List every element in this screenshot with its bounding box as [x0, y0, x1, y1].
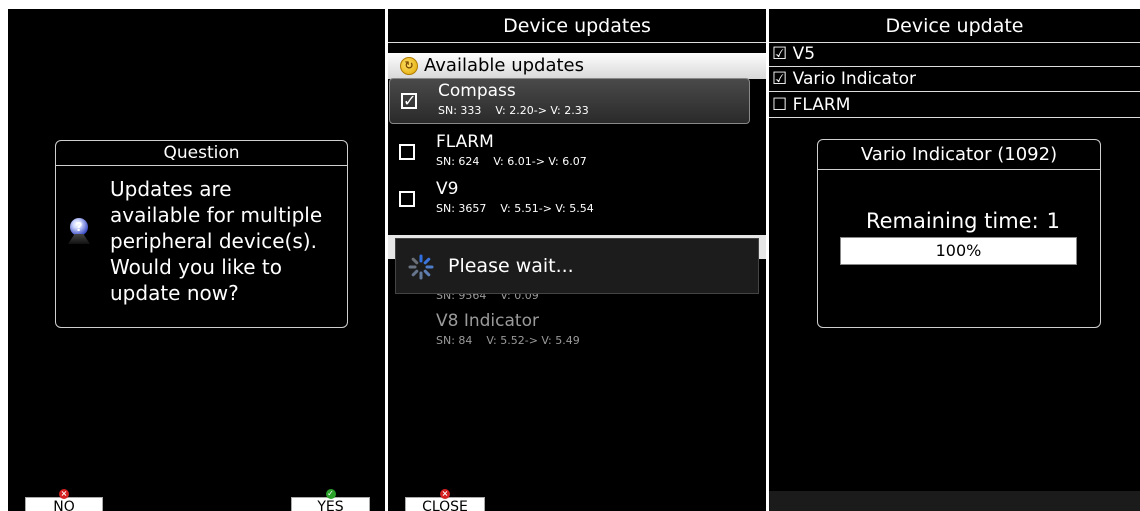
checkbox-checked-icon[interactable]: ✓ [401, 93, 417, 109]
close-button[interactable]: × CLOSE [405, 489, 485, 511]
yes-button[interactable]: ✓ YES [291, 489, 370, 511]
device-sn: SN: 3657 [436, 202, 487, 215]
dialog-title: Question [56, 141, 347, 166]
progress-bar: 100% [840, 237, 1077, 265]
device-version: V: 6.01-> V: 6.07 [493, 155, 587, 168]
update-item-v5[interactable]: ☑ V5 [769, 43, 1140, 67]
please-wait-text: Please wait... [448, 255, 574, 277]
device-update-screen: Device update ☑ V5 ☑ Vario Indicator ☐ F… [769, 9, 1140, 511]
yes-button-label: YES [317, 499, 344, 511]
softkey-bar [769, 491, 1140, 511]
device-name: V9 [436, 179, 459, 199]
please-wait-popup: Please wait... [395, 238, 759, 294]
available-updates-header: ↻ Available updates [388, 53, 766, 79]
device-name: V8 Indicator [436, 311, 539, 331]
checkbox-icon[interactable] [399, 144, 415, 160]
question-screen: Question ? Updates are available for mul… [8, 9, 385, 511]
update-item-flarm[interactable]: ☐ FLARM [769, 94, 1140, 118]
device-row-v8-indicator[interactable]: V8 Indicator SN: 84 V: 5.52-> V: 5.49 [388, 309, 766, 355]
device-row-v9[interactable]: V9 SN: 3657 V: 5.51-> V: 5.54 [388, 177, 766, 223]
question-icon: ? [68, 218, 90, 248]
dialog-message: Updates are available for multiple perip… [110, 176, 346, 306]
remaining-label: Remaining time: [865, 209, 1039, 233]
section-label: Available updates [424, 55, 584, 76]
update-progress-dialog: Vario Indicator (1092) Remaining time: 1 … [817, 139, 1101, 328]
checkbox-icon[interactable]: ☐ [772, 95, 787, 115]
message-line: update now? [110, 281, 239, 305]
device-name: Compass [438, 81, 516, 101]
item-label: Vario Indicator [792, 69, 917, 89]
checkbox-icon[interactable] [399, 191, 415, 207]
check-icon: ✓ [325, 489, 336, 499]
message-line: peripheral device(s). [110, 229, 317, 253]
device-sn: SN: 624 [436, 155, 480, 168]
checkbox-checked-icon[interactable]: ☑ [772, 44, 787, 64]
close-button-label: CLOSE [422, 499, 468, 511]
refresh-icon: ↻ [400, 57, 418, 75]
screen-title: Device updates [388, 9, 766, 43]
remaining-time: Remaining time: 1 [818, 208, 1100, 234]
update-item-vario-indicator[interactable]: ☑ Vario Indicator [769, 68, 1140, 92]
device-row-compass[interactable]: ✓ Compass SN: 333 V: 2.20-> V: 2.33 [389, 78, 750, 124]
item-label: V5 [792, 44, 816, 64]
screen-title: Device update [769, 9, 1140, 43]
message-line: Updates are [110, 177, 232, 201]
device-meta: SN: 84 V: 5.52-> V: 5.49 [436, 334, 580, 348]
progress-text: 100% [935, 241, 982, 260]
device-sn: SN: 84 [436, 334, 473, 347]
question-dialog: Question ? Updates are available for mul… [55, 140, 348, 328]
remaining-value: 1 [1046, 209, 1061, 233]
checkbox-checked-icon[interactable]: ☑ [772, 69, 787, 89]
device-sn: SN: 333 [438, 104, 482, 117]
device-row-flarm[interactable]: FLARM SN: 624 V: 6.01-> V: 6.07 [388, 130, 766, 176]
close-icon: × [440, 489, 450, 499]
item-label: FLARM [792, 95, 851, 115]
message-line: available for multiple [110, 203, 323, 227]
no-button[interactable]: × NO [25, 489, 103, 511]
device-updates-screen: Device updates ↻ Available updates ✓ Com… [388, 9, 766, 511]
device-version: V: 5.51-> V: 5.54 [500, 202, 594, 215]
device-meta: SN: 624 V: 6.01-> V: 6.07 [436, 155, 587, 169]
progress-dialog-title: Vario Indicator (1092) [818, 140, 1100, 170]
no-button-label: NO [53, 499, 75, 511]
device-meta: SN: 333 V: 2.20-> V: 2.33 [438, 104, 589, 118]
device-version: V: 5.52-> V: 5.49 [486, 334, 580, 347]
spinner-icon [408, 254, 434, 280]
device-meta: SN: 3657 V: 5.51-> V: 5.54 [436, 202, 594, 216]
device-version: V: 2.20-> V: 2.33 [495, 104, 589, 117]
close-icon: × [59, 489, 69, 499]
device-name: FLARM [436, 132, 494, 152]
message-line: Would you like to [110, 255, 282, 279]
